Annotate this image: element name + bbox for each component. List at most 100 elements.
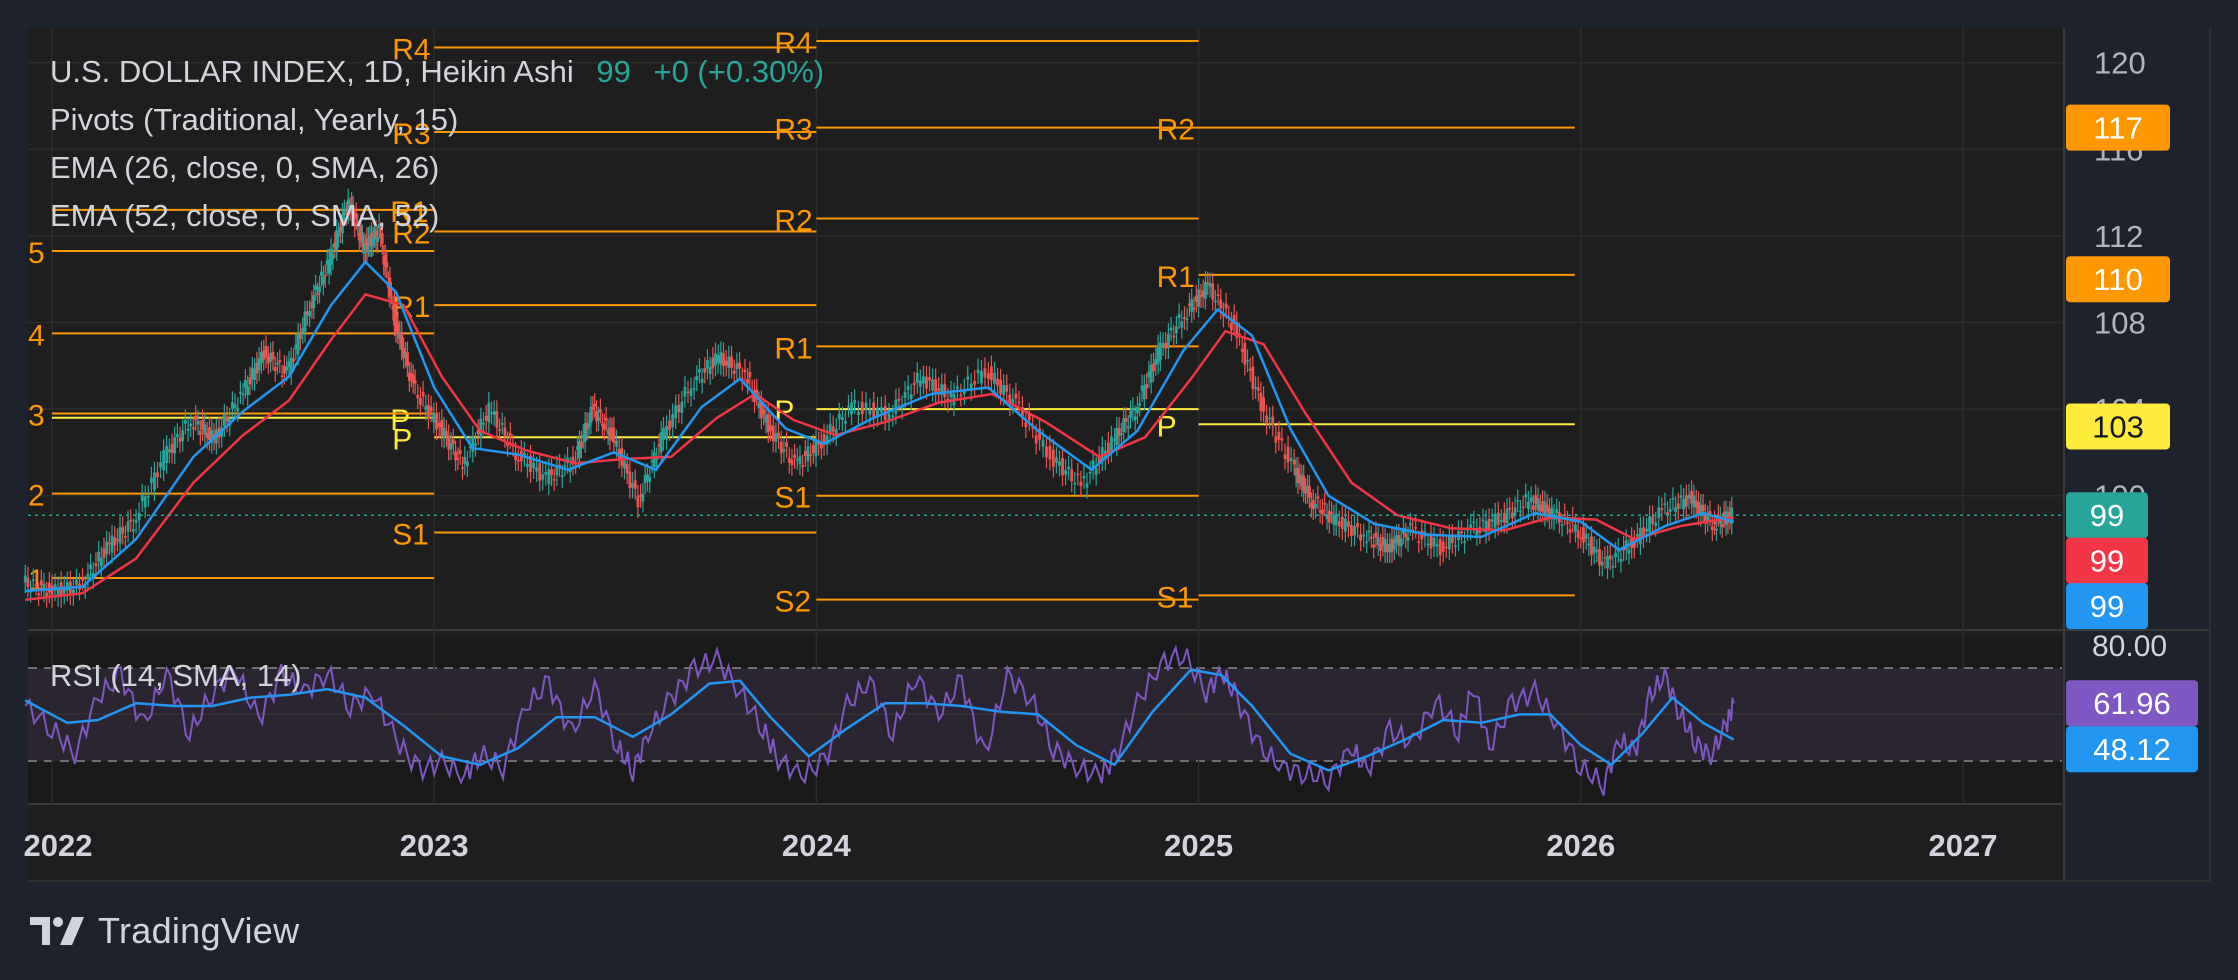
candle-body bbox=[1674, 507, 1677, 512]
candle-body bbox=[337, 232, 341, 237]
candle-body bbox=[1192, 307, 1196, 310]
candle-body bbox=[648, 477, 652, 483]
pivot-label-2024-R1: R1 bbox=[774, 332, 812, 365]
candle-body bbox=[560, 475, 564, 477]
candle-body bbox=[1175, 326, 1178, 334]
candle-body bbox=[1041, 439, 1045, 447]
candle-body bbox=[782, 449, 786, 452]
candle-body bbox=[1654, 522, 1658, 526]
candle-body bbox=[1280, 438, 1284, 441]
candle-body bbox=[1687, 494, 1691, 499]
candle-body bbox=[615, 440, 618, 447]
candle-body bbox=[1045, 446, 1048, 458]
candle-body bbox=[1438, 539, 1442, 556]
candle-body bbox=[1190, 299, 1194, 312]
candle-body bbox=[413, 380, 417, 384]
legend-symbol-line[interactable]: U.S. DOLLAR INDEX, 1D, Heikin Ashi 99 +0… bbox=[50, 54, 824, 89]
candle-body bbox=[432, 413, 436, 423]
candle-body bbox=[1406, 537, 1410, 541]
time-label-2023: 2023 bbox=[400, 828, 469, 863]
candle-body bbox=[1598, 548, 1601, 566]
footer-brand[interactable]: TradingView bbox=[28, 906, 299, 956]
candle-body bbox=[1671, 498, 1675, 500]
candle-body bbox=[1292, 459, 1296, 465]
candle-body bbox=[864, 402, 868, 410]
pivot-label-2024-S2: S2 bbox=[774, 586, 811, 619]
price-badge-text: 117 bbox=[2093, 111, 2142, 146]
candle-body bbox=[1645, 528, 1648, 532]
candle-body bbox=[1079, 481, 1083, 487]
candle-body bbox=[708, 367, 712, 375]
pivot-label-2022-4: 4 bbox=[28, 319, 45, 352]
candle-body bbox=[406, 352, 409, 367]
pivot-label-2024-P: P bbox=[774, 395, 794, 428]
candle-body bbox=[183, 420, 187, 424]
candle-body bbox=[421, 392, 425, 397]
candle-body bbox=[1414, 527, 1418, 529]
pivot-label-2025-R1: R1 bbox=[1157, 261, 1195, 294]
candle-body bbox=[538, 463, 542, 481]
legend-indicator-ema26[interactable]: EMA (26, close, 0, SMA, 26) bbox=[50, 150, 439, 185]
candle-body bbox=[1308, 485, 1311, 498]
time-label-2026: 2026 bbox=[1546, 828, 1615, 863]
candle-body bbox=[1529, 497, 1533, 502]
candle-body bbox=[850, 402, 853, 415]
candle-body bbox=[110, 535, 114, 553]
candle-body bbox=[167, 449, 171, 453]
candle-body bbox=[463, 456, 467, 465]
candle-body bbox=[996, 378, 999, 386]
legend-indicator-rsi[interactable]: RSI (14, SMA, 14) bbox=[50, 658, 302, 693]
candle-body bbox=[1590, 536, 1593, 556]
candle-body bbox=[1720, 524, 1724, 528]
candle-body bbox=[1119, 433, 1123, 435]
time-label-2022: 2022 bbox=[24, 828, 93, 863]
candle-body bbox=[695, 376, 699, 381]
candle-body bbox=[706, 359, 709, 369]
candle-body bbox=[719, 352, 723, 365]
legend-indicator-ema52[interactable]: EMA (52, close, 0, SMA, 52) bbox=[50, 198, 439, 233]
candle-body bbox=[1323, 503, 1327, 505]
candle-body bbox=[1606, 556, 1609, 569]
candle-body bbox=[1337, 521, 1341, 527]
candle-body bbox=[331, 254, 335, 260]
candle-body bbox=[535, 467, 539, 472]
candle-body bbox=[1365, 541, 1369, 543]
candle-body bbox=[458, 450, 462, 455]
candle-body bbox=[316, 293, 320, 296]
candle-body bbox=[716, 355, 720, 363]
candle-body bbox=[225, 416, 229, 422]
candle-body bbox=[665, 425, 668, 440]
candle-body bbox=[1713, 521, 1716, 525]
candle-body bbox=[89, 564, 93, 570]
candle-body bbox=[424, 405, 428, 410]
candle-body bbox=[1248, 368, 1252, 371]
chart-canvas[interactable]: R1P54321R4R3R2R1PS1R4R3R2R1PS1S2R2R1PS1 … bbox=[0, 0, 2238, 900]
candle-body bbox=[1172, 335, 1176, 338]
candle-body bbox=[186, 428, 190, 431]
candle-body bbox=[868, 409, 872, 415]
candle-body bbox=[140, 494, 144, 502]
candle-body bbox=[671, 414, 675, 428]
candle-body bbox=[1161, 343, 1165, 346]
candle-body bbox=[668, 420, 672, 431]
candle-body bbox=[1131, 407, 1135, 411]
candle-body bbox=[956, 386, 959, 389]
candle-body bbox=[686, 391, 690, 394]
candle-body bbox=[31, 579, 35, 581]
candle-body bbox=[677, 404, 681, 413]
candle-body bbox=[732, 370, 736, 374]
legend-indicator-pivots[interactable]: Pivots (Traditional, Yearly, 15) bbox=[50, 102, 458, 137]
candle-body bbox=[1582, 527, 1585, 543]
candle-body bbox=[674, 405, 678, 419]
candle-body bbox=[730, 356, 733, 368]
candle-body bbox=[196, 420, 200, 425]
candle-body bbox=[1064, 470, 1067, 475]
candle-body bbox=[1185, 318, 1189, 321]
candle-body bbox=[498, 429, 501, 431]
candle-body bbox=[771, 425, 775, 442]
candle-body bbox=[1302, 475, 1306, 492]
candle-body bbox=[1592, 546, 1596, 554]
candle-body bbox=[623, 460, 626, 469]
candle-body bbox=[1435, 544, 1439, 547]
candle-body bbox=[593, 403, 597, 407]
